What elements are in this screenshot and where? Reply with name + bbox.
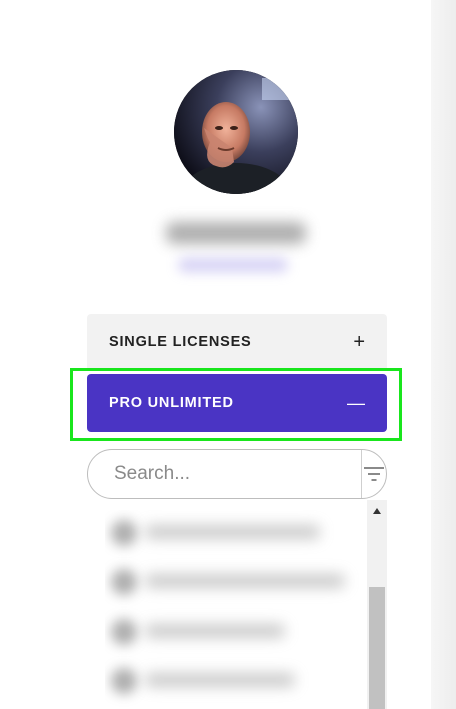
list-item-text-redacted xyxy=(145,673,295,687)
list-item-text-redacted xyxy=(145,624,285,638)
list-item[interactable] xyxy=(105,510,367,556)
list-item-icon xyxy=(111,668,137,694)
scroll-thumb[interactable] xyxy=(369,587,385,709)
filter-button[interactable] xyxy=(361,450,386,498)
list-item-text-redacted xyxy=(145,574,345,588)
results-list xyxy=(105,510,367,709)
profile-name-blurred xyxy=(148,210,318,288)
list-item-icon xyxy=(111,569,137,595)
page: SINGLE LICENSES + PRO UNLIMITED — xyxy=(0,0,456,709)
accordion-pro-unlimited-label: PRO UNLIMITED xyxy=(109,395,234,411)
list-item[interactable] xyxy=(105,559,367,605)
list-item-text-redacted xyxy=(145,525,320,539)
name-redacted xyxy=(166,222,306,244)
plus-icon: + xyxy=(353,331,365,353)
accordion-single-licenses-label: SINGLE LICENSES xyxy=(109,334,252,350)
avatar xyxy=(174,70,298,194)
minus-icon: — xyxy=(347,393,365,413)
list-item[interactable] xyxy=(105,609,367,655)
accordion-pro-unlimited[interactable]: PRO UNLIMITED — xyxy=(87,374,387,432)
subtitle-redacted xyxy=(178,258,288,272)
filter-icon xyxy=(364,467,384,481)
arrow-up-icon xyxy=(373,508,381,514)
scroll-up-button[interactable] xyxy=(367,504,387,518)
list-item-icon xyxy=(111,520,137,546)
scrollbar[interactable] xyxy=(367,500,387,709)
list-item[interactable] xyxy=(105,658,367,704)
search-box xyxy=(87,449,387,499)
list-item-icon xyxy=(111,619,137,645)
right-gutter xyxy=(431,0,456,709)
search-input[interactable] xyxy=(88,449,361,499)
accordion-single-licenses[interactable]: SINGLE LICENSES + xyxy=(87,314,387,370)
